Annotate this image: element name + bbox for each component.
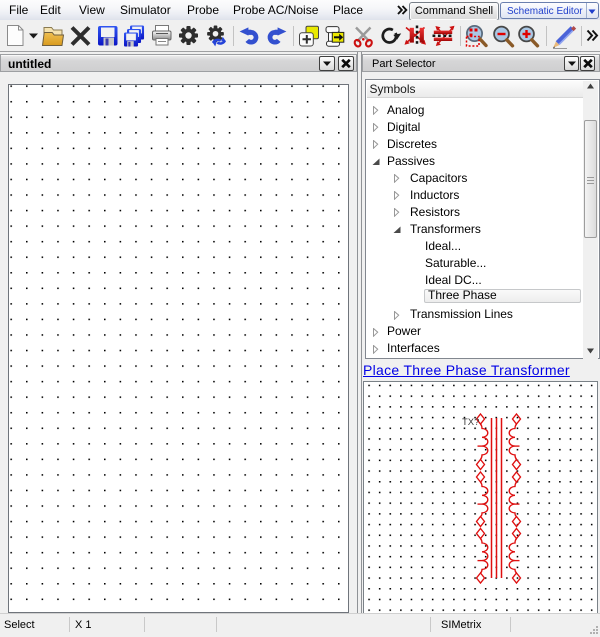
svg-text:TX?: TX? <box>462 417 479 428</box>
